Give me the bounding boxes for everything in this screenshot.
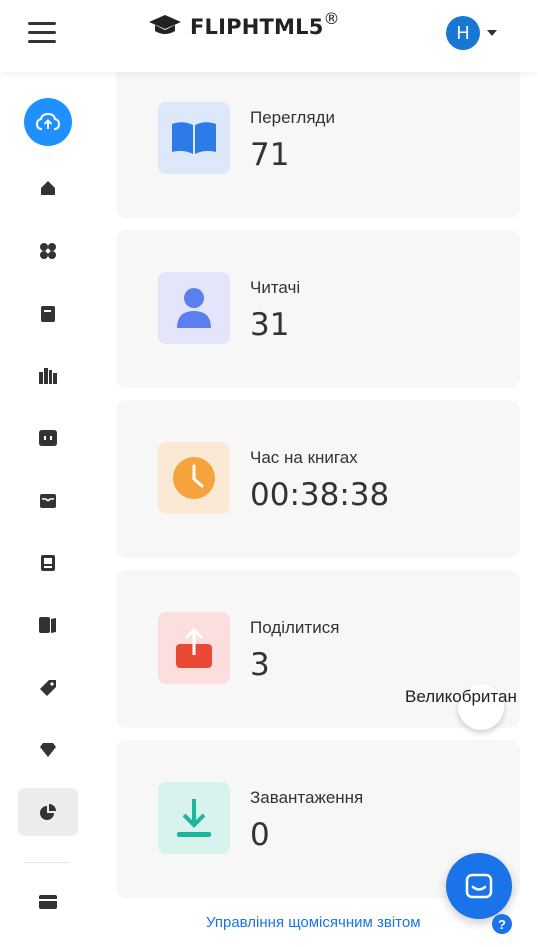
stat-value: 31 — [250, 307, 290, 343]
stat-value: 71 — [250, 137, 290, 173]
monthly-report-link[interactable]: Управління щомісячним звітом — [206, 914, 421, 931]
open-book-icon — [172, 122, 216, 154]
menu-icon[interactable] — [28, 22, 56, 44]
pie-chart-icon — [40, 804, 56, 820]
header: FLIPHTML5® H — [0, 0, 538, 72]
avatar[interactable]: H — [446, 16, 480, 50]
sidebar-divider — [24, 862, 70, 863]
stat-label: Завантаження — [250, 788, 364, 807]
logo-text: FLIPHTML5® — [190, 9, 340, 39]
person-icon — [177, 288, 211, 328]
sidebar-item-statistics[interactable] — [18, 788, 78, 836]
share-icon-box — [158, 612, 230, 684]
sidebar-item-bookshelf[interactable] — [24, 601, 72, 649]
sidebar-item-library[interactable] — [24, 352, 72, 400]
bookshelf-icon — [39, 617, 56, 633]
sidebar — [0, 72, 94, 947]
sidebar-item-upload[interactable] — [24, 98, 72, 146]
stat-value: 0 — [250, 817, 270, 853]
country-tooltip: Великобритан — [405, 687, 517, 706]
stat-card-views: Перегляди 71 — [116, 60, 520, 218]
sidebar-item-fan[interactable] — [24, 227, 72, 275]
stat-label: Перегляди — [250, 108, 335, 127]
sidebar-item-gallery[interactable] — [24, 539, 72, 587]
fan-icon — [40, 243, 56, 259]
cloud-upload-icon — [36, 113, 60, 130]
chat-bubble-icon — [39, 430, 57, 446]
stat-card-reading-time: Час на книгах 00:38:38 — [116, 400, 520, 558]
sidebar-item-inbox[interactable] — [24, 477, 72, 525]
book-icon — [41, 306, 55, 322]
stat-card-readers: Читачі 31 — [116, 230, 520, 388]
stat-label: Читачі — [250, 278, 301, 297]
stat-value: 00:38:38 — [250, 477, 390, 513]
wallet-icon — [39, 895, 57, 909]
readers-icon-box — [158, 272, 230, 344]
home-icon — [41, 181, 55, 195]
chat-icon — [465, 873, 493, 899]
views-icon-box — [158, 102, 230, 174]
account-menu[interactable]: H — [446, 16, 497, 50]
sidebar-item-tags[interactable] — [24, 664, 72, 712]
caret-down-icon[interactable] — [487, 30, 497, 36]
sidebar-item-home[interactable] — [24, 164, 72, 212]
stat-value: 3 — [250, 647, 270, 683]
diamond-icon — [40, 743, 56, 757]
help-icon[interactable]: ? — [492, 914, 512, 934]
download-icon-box — [158, 782, 230, 854]
time-icon-box — [158, 442, 230, 514]
sidebar-item-premium[interactable] — [24, 726, 72, 774]
tag-icon — [40, 680, 56, 696]
stat-label: Час на книгах — [250, 448, 358, 467]
graduation-cap-icon — [149, 15, 181, 34]
gallery-icon — [41, 555, 55, 571]
sidebar-item-messages[interactable] — [24, 414, 72, 462]
download-icon — [177, 799, 211, 837]
sidebar-item-book[interactable] — [24, 290, 72, 338]
chat-button[interactable] — [446, 853, 512, 919]
sidebar-item-wallet[interactable] — [24, 878, 72, 926]
share-icon — [176, 627, 212, 668]
library-icon — [39, 368, 57, 384]
stat-label: Поділитися — [250, 618, 340, 637]
clock-icon — [173, 457, 215, 499]
logo[interactable]: FLIPHTML5® — [148, 9, 340, 40]
inbox-icon — [40, 494, 56, 508]
